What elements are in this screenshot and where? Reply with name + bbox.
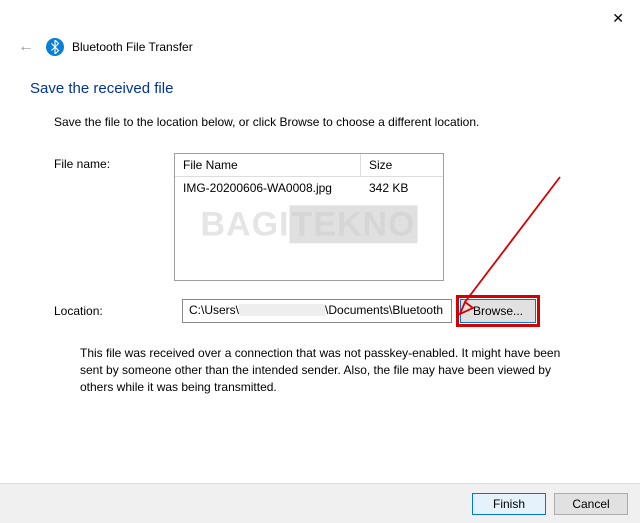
location-label: Location: — [54, 304, 174, 318]
column-header-size[interactable]: Size — [361, 154, 443, 176]
window-title: Bluetooth File Transfer — [72, 40, 193, 54]
instruction-text: Save the file to the location below, or … — [54, 115, 610, 129]
file-name-label: File name: — [54, 153, 174, 171]
back-arrow-icon[interactable]: ← — [14, 38, 38, 56]
close-icon[interactable]: ✕ — [612, 10, 624, 27]
button-bar: Finish Cancel — [0, 483, 640, 523]
bluetooth-icon — [46, 38, 64, 56]
redacted-user — [239, 304, 325, 316]
table-row[interactable]: IMG-20200606-WA0008.jpg 342 KB — [175, 177, 443, 199]
header: ← Bluetooth File Transfer — [0, 0, 640, 56]
watermark: BAGITEKNO — [201, 205, 418, 244]
cancel-button[interactable]: Cancel — [554, 493, 628, 515]
location-input[interactable]: C:\Users\\Documents\Bluetooth — [182, 299, 452, 323]
finish-button[interactable]: Finish — [472, 493, 546, 515]
file-size-cell: 342 KB — [361, 177, 443, 199]
browse-button[interactable]: Browse... — [460, 299, 536, 323]
security-warning: This file was received over a connection… — [80, 345, 568, 395]
file-table: File Name Size IMG-20200606-WA0008.jpg 3… — [174, 153, 444, 281]
column-header-name[interactable]: File Name — [175, 154, 361, 176]
file-name-cell: IMG-20200606-WA0008.jpg — [175, 177, 361, 199]
page-heading: Save the received file — [30, 80, 610, 97]
